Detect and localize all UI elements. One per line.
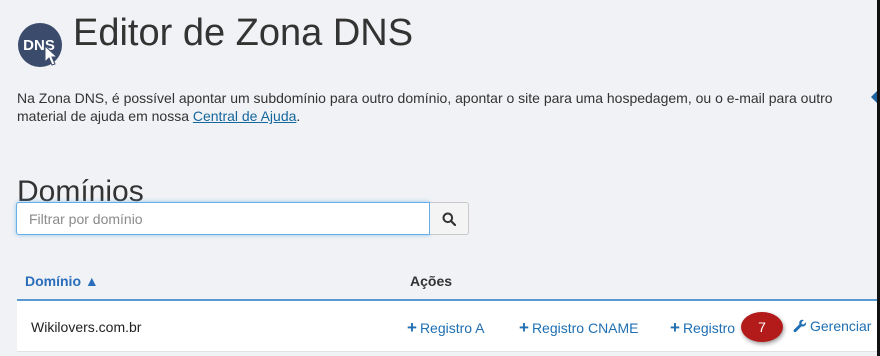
- search-icon: [442, 212, 456, 226]
- plus-icon: +: [519, 318, 529, 337]
- add-cname-record-label: Registro CNAME: [531, 320, 639, 336]
- description-text: material de ajuda em nossa: [17, 108, 193, 124]
- annotation-step-badge: 7: [741, 312, 783, 342]
- description-line-1: Na Zona DNS, é possível apontar um subdo…: [17, 90, 833, 106]
- column-header-actions: Ações: [410, 273, 453, 289]
- add-cname-record-button[interactable]: + Registro CNAME: [519, 318, 639, 338]
- domain-filter-input[interactable]: [16, 202, 430, 235]
- scroll-left-arrow-icon[interactable]: [871, 91, 877, 103]
- page-header: DNS Editor de Zona DNS: [17, 12, 413, 77]
- table-header: Domínio ▲ Ações: [17, 262, 877, 301]
- manage-label: Gerenciar: [810, 318, 872, 334]
- column-header-domain[interactable]: Domínio ▲: [25, 273, 99, 289]
- add-a-record-label: Registro A: [419, 320, 485, 336]
- wrench-icon: [793, 319, 807, 333]
- add-a-record-button[interactable]: + Registro A: [407, 318, 485, 338]
- add-record-button[interactable]: + Registro: [670, 318, 735, 338]
- domain-search: [16, 202, 469, 235]
- description-line-2: material de ajuda em nossa Central de Aj…: [17, 107, 877, 125]
- page-title: Editor de Zona DNS: [73, 12, 414, 54]
- plus-icon: +: [407, 318, 417, 337]
- add-record-label: Registro: [682, 320, 736, 336]
- page-description: Na Zona DNS, é possível apontar um subdo…: [17, 89, 877, 125]
- domain-cell: Wikilovers.com.br: [31, 319, 142, 335]
- manage-button[interactable]: Gerenciar: [810, 318, 871, 334]
- description-period: .: [296, 108, 301, 124]
- dns-logo-icon: DNS: [17, 22, 63, 68]
- search-button[interactable]: [430, 202, 469, 235]
- plus-icon: +: [670, 318, 680, 337]
- help-center-link[interactable]: Central de Ajuda: [193, 108, 297, 124]
